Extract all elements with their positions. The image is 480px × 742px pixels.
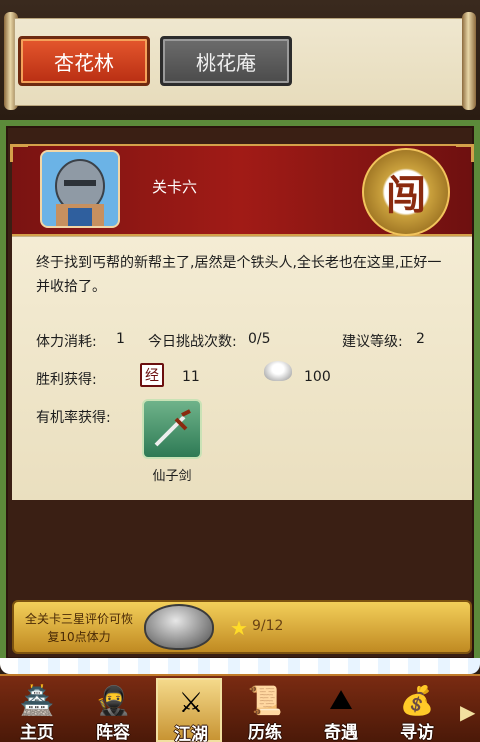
tab-taohuaan[interactable]: 桃花庵 [160, 36, 292, 86]
star-progress: 9/12 [252, 618, 284, 634]
reward-label: 胜利获得: [36, 372, 97, 388]
stage-description: 终于找到丐帮的新帮主了,居然是个铁头人,全长老也在这里,正好一并收拾了。 [36, 255, 442, 295]
mountain-icon: ⛰ [329, 683, 353, 716]
nav-label: 寻访 [400, 723, 434, 742]
star-icon: ★ [230, 616, 248, 640]
sword-icon: ⚔ [178, 685, 204, 719]
nav-label: 奇遇 [324, 723, 358, 742]
scroll-roll-right [462, 12, 476, 110]
nav-item-adventure[interactable]: ⛰ 奇遇 [308, 678, 374, 742]
daily-label: 今日挑战次数: [148, 334, 237, 350]
snow-divider [0, 658, 480, 674]
tab-xinghualin[interactable]: 杏花林 [18, 36, 150, 86]
drop-item-name: 仙子剑 [152, 469, 192, 484]
house-icon: 🏯 [19, 683, 55, 717]
level-label: 建议等级: [342, 334, 403, 350]
stamina-value: 1 [116, 331, 125, 347]
treasure-icon: 💰 [399, 683, 435, 717]
nav-label: 历练 [248, 723, 282, 742]
chance-label: 有机率获得: [36, 410, 111, 426]
nav-label: 江湖 [174, 725, 208, 742]
corner-ornament [456, 144, 474, 162]
stamina-label: 体力消耗: [36, 334, 97, 350]
bottom-nav: 🏯 主页 🥷 阵容 ⚔ 江湖 📜 历练 ⛰ 奇遇 💰 寻访 ▶ [0, 674, 480, 742]
silver-ingot-icon [264, 361, 292, 381]
nav-item-lineup[interactable]: 🥷 阵容 [80, 678, 146, 742]
stage-frame: 关卡六 闯 终于找到丐帮的新帮主了,居然是个铁头人,全长老也在这里,正好一并收拾… [6, 126, 474, 659]
stage-info-panel: 终于找到丐帮的新帮主了,居然是个铁头人,全长老也在这里,正好一并收拾了。 体力消… [12, 236, 472, 500]
iron-head-boss-icon [42, 152, 118, 226]
boss-portrait [40, 150, 120, 228]
helmet-icon [144, 604, 214, 650]
nav-next-arrow-icon[interactable]: ▶ [460, 700, 478, 724]
area-scroll: 杏花林 桃花庵 [0, 0, 480, 120]
drop-item-slot[interactable] [142, 399, 202, 459]
nav-item-home[interactable]: 🏯 主页 [4, 678, 70, 742]
scroll-icon: 📜 [247, 683, 283, 717]
level-name: 关卡六 [152, 178, 198, 196]
exp-value: 11 [182, 369, 200, 385]
star-reward-message: 全关卡三星评价可恢复10点体力 [24, 612, 133, 644]
charge-glyph: 闯 [386, 173, 426, 219]
nav-label: 阵容 [96, 723, 130, 742]
warrior-icon: 🥷 [95, 683, 131, 717]
nav-item-jianghu[interactable]: ⚔ 江湖 [156, 678, 222, 742]
corner-ornament [10, 144, 28, 162]
stage-panel: 关卡六 闯 终于找到丐帮的新帮主了,居然是个铁头人,全长老也在这里,正好一并收拾… [0, 120, 480, 665]
nav-item-training[interactable]: 📜 历练 [232, 678, 298, 742]
nav-label: 主页 [20, 723, 54, 742]
daily-value: 0/5 [248, 331, 271, 347]
charge-button[interactable]: 闯 [362, 148, 450, 236]
silver-value: 100 [304, 369, 331, 385]
stage-header: 关卡六 闯 [10, 144, 474, 236]
level-value: 2 [416, 331, 425, 347]
star-reward-bar[interactable]: 全关卡三星评价可恢复10点体力 ★ 9/12 [12, 600, 472, 654]
exp-icon: 经 [140, 363, 164, 387]
nav-item-visit[interactable]: 💰 寻访 [384, 678, 450, 742]
sword-icon [154, 409, 191, 447]
